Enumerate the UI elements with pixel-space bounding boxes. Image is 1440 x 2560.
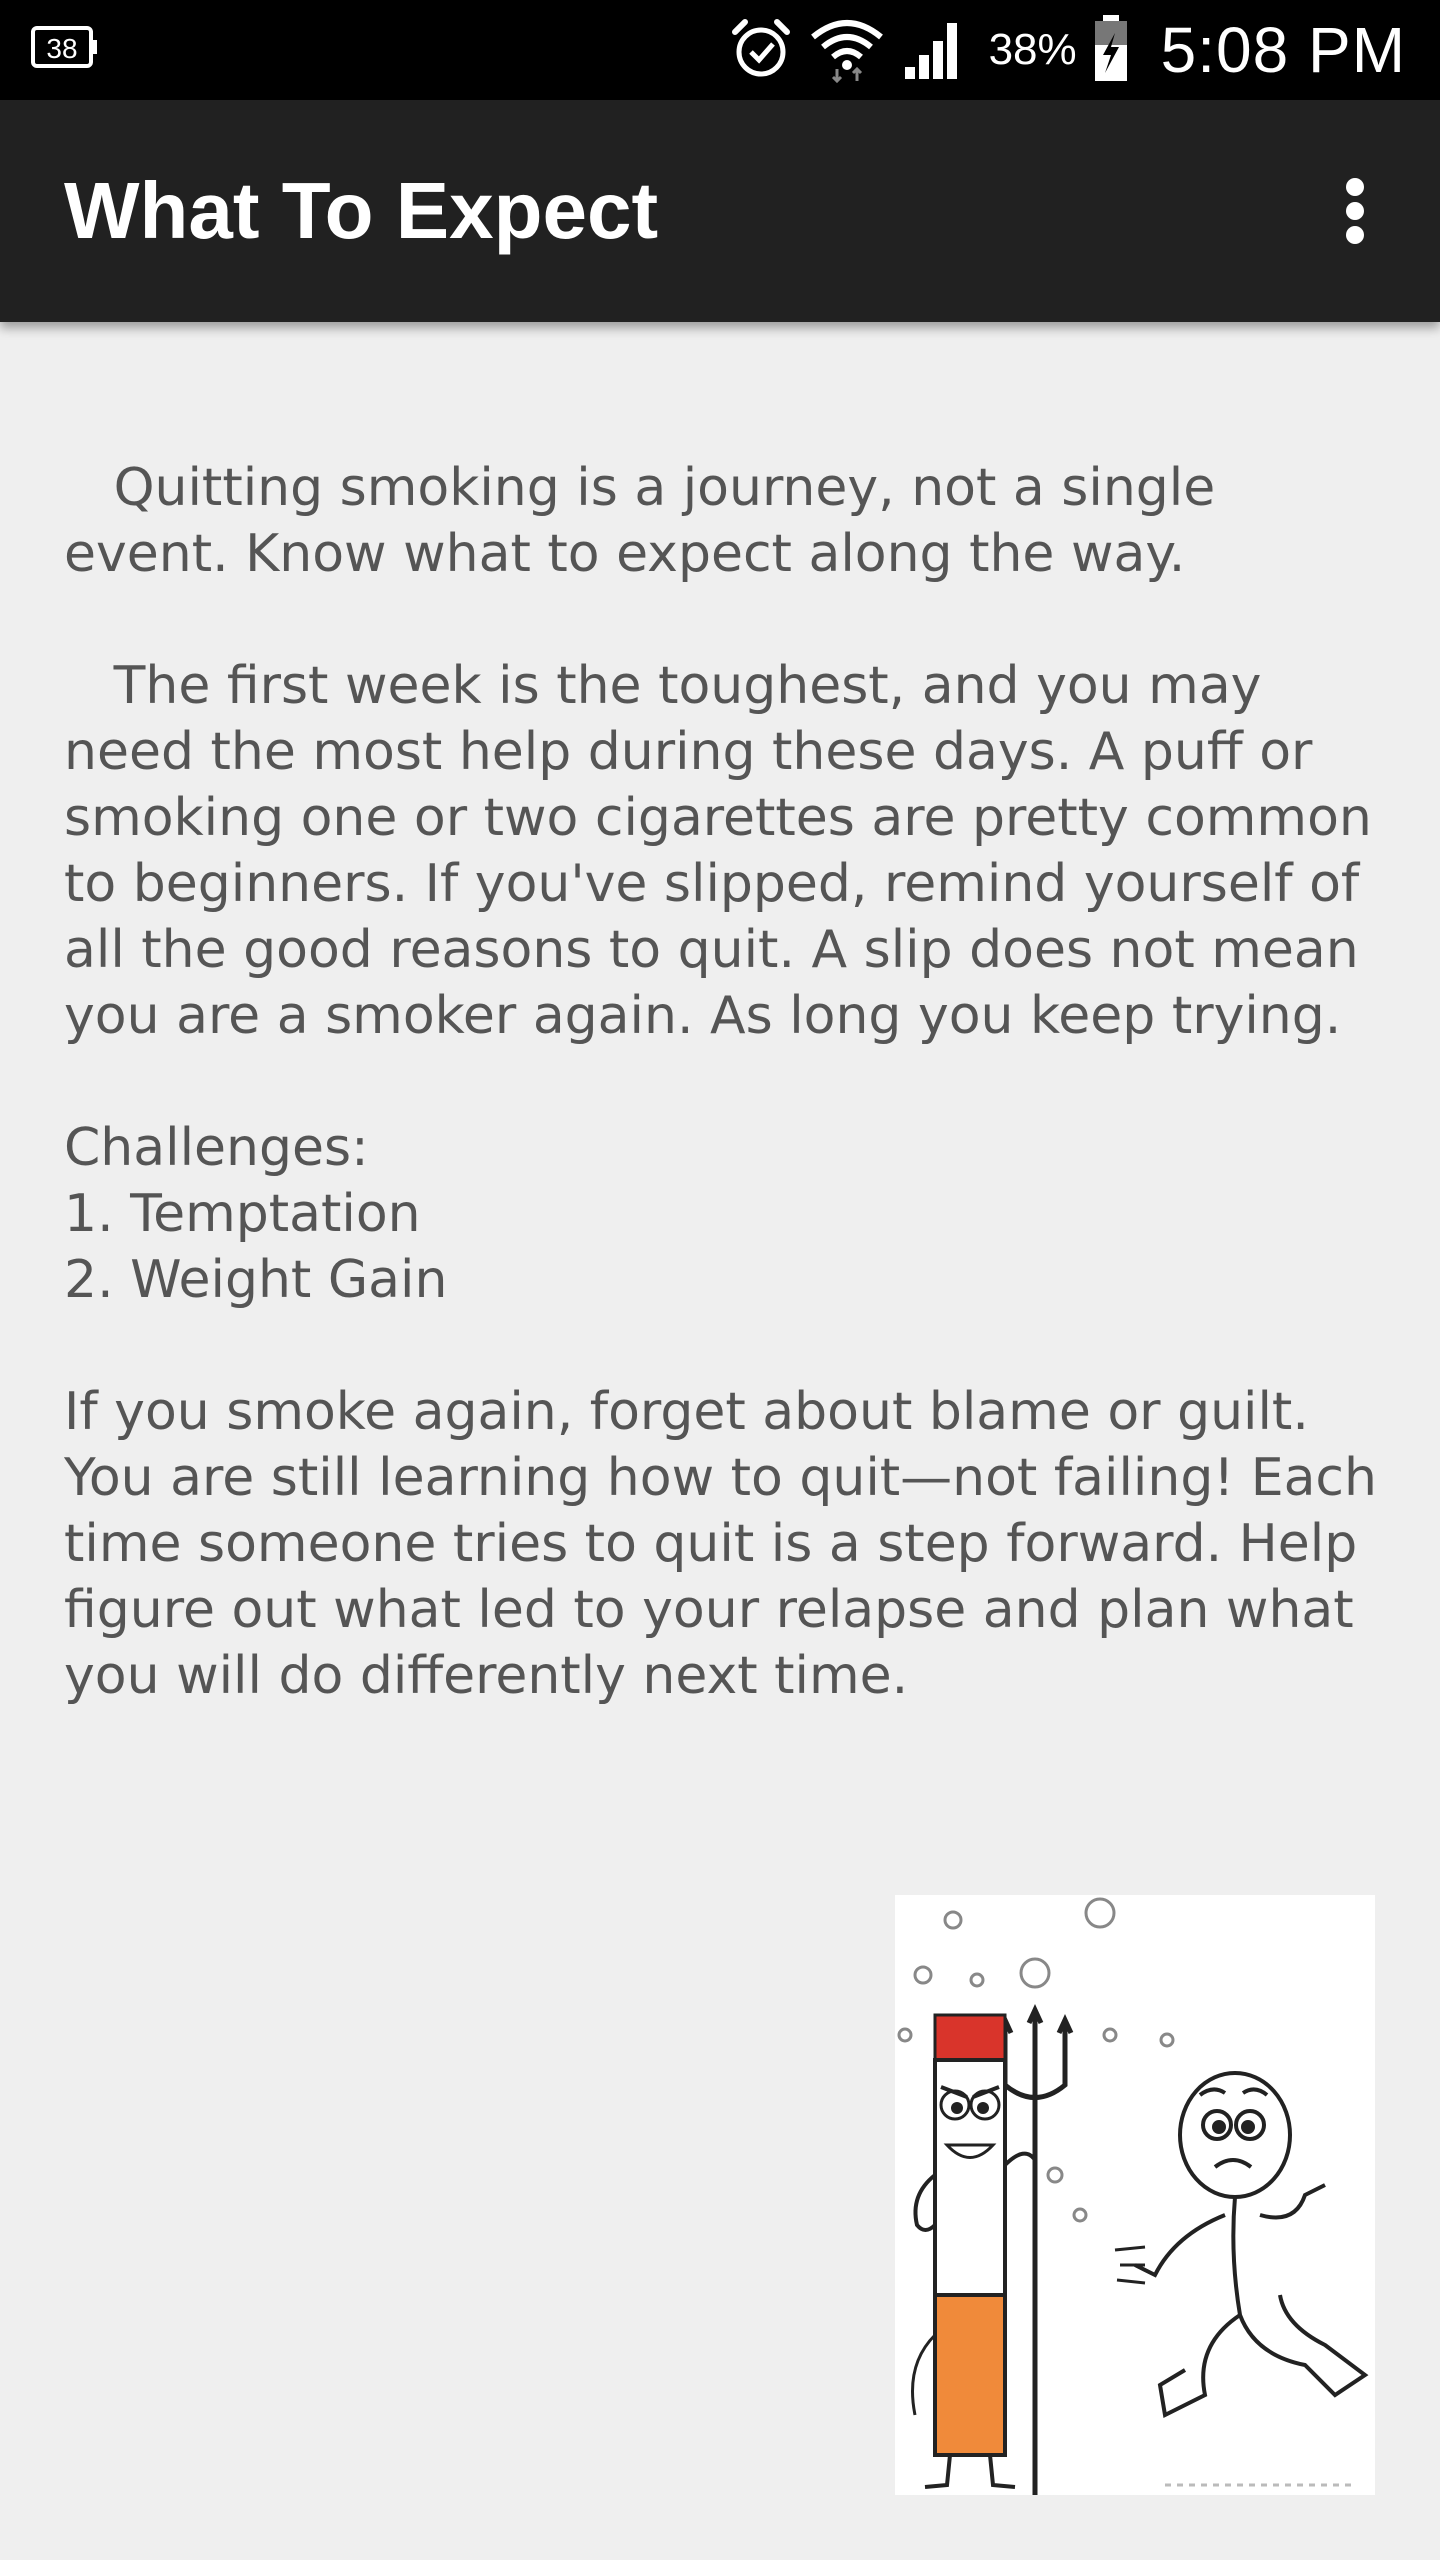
battery-charging-icon — [1091, 13, 1131, 88]
status-icons: 38% 5:08 PM — [729, 0, 1406, 100]
first-week-paragraph: The first week is the toughest, and you … — [64, 656, 1389, 1046]
cigarette-devil-chasing-person-illustration — [895, 1895, 1375, 2495]
wifi-icon — [807, 13, 887, 88]
more-vert-icon[interactable] — [1300, 156, 1410, 266]
app-bar: What To Expect — [0, 100, 1440, 322]
cigarette-character — [911, 2013, 1037, 2489]
challenges-heading: Challenges: — [64, 1118, 369, 1178]
clock: 5:08 PM — [1160, 14, 1406, 86]
status-bar: 38 38% 5:08 PM — [0, 0, 1440, 100]
intro-paragraph: Quitting smoking is a journey, not a sin… — [64, 458, 1232, 584]
article-body: Quitting smoking is a journey, not a sin… — [64, 455, 1384, 1775]
pitchfork — [996, 2004, 1074, 2495]
notification-badge-text: 38 — [46, 33, 77, 64]
cellular-signal-icon — [901, 13, 971, 88]
alarm-icon — [729, 16, 793, 85]
relapse-paragraph: If you smoke again, forget about blame o… — [64, 1382, 1394, 1706]
challenge-item: 1. Temptation — [64, 1184, 421, 1244]
running-person — [1114, 2071, 1369, 2418]
challenge-item: 2. Weight Gain — [64, 1250, 448, 1310]
page-title: What To Expect — [64, 166, 659, 255]
notification-count-icon: 38 — [30, 22, 100, 72]
battery-percent: 38% — [988, 25, 1077, 74]
